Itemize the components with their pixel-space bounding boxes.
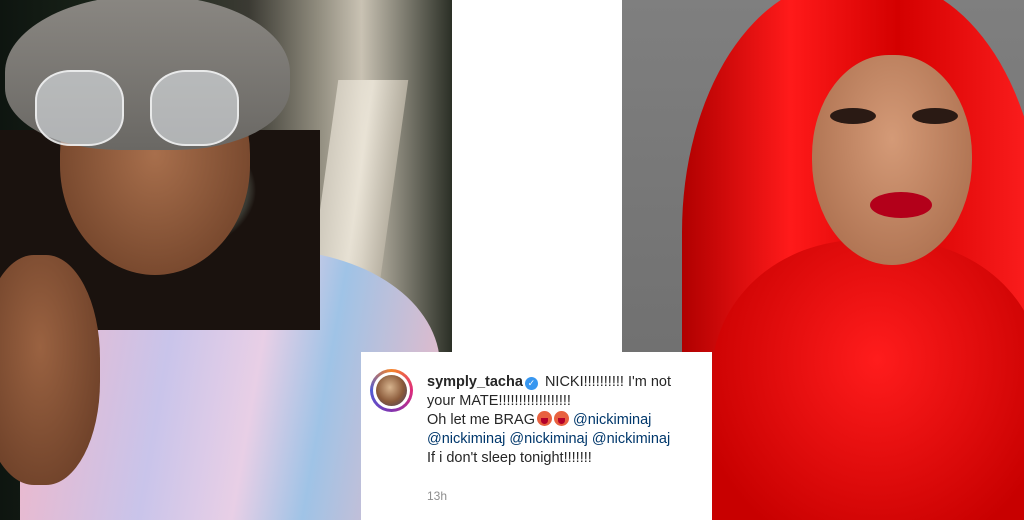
comment-body: symply_tacha ✓ NICKI!!!!!!!!!! I'm not yo… (427, 373, 707, 468)
mention-nickiminaj[interactable]: @nickiminaj (427, 431, 505, 447)
red-outfit (712, 240, 1024, 520)
mention-nickiminaj[interactable]: @nickiminaj (592, 431, 670, 447)
eye-left (830, 108, 876, 124)
glasses-lens-right (150, 70, 239, 146)
avatar-image (376, 375, 407, 406)
verified-badge-icon: ✓ (524, 377, 538, 390)
username[interactable]: symply_tacha (427, 374, 523, 390)
glasses-lens-left (35, 70, 124, 146)
instagram-comment-card: symply_tacha ✓ NICKI!!!!!!!!!! I'm not yo… (361, 352, 712, 520)
mention-nickiminaj[interactable]: @nickiminaj (509, 431, 587, 447)
face (812, 55, 972, 265)
comment-line-2: your MATE!!!!!!!!!!!!!!!!!! (427, 393, 571, 409)
comment-line-5: If i don't sleep tonight!!!!!!! (427, 450, 592, 466)
mention-nickiminaj[interactable]: @nickiminaj (573, 412, 651, 428)
comment-line-3: Oh let me BRAG (427, 412, 535, 428)
comment-line-1: NICKI!!!!!!!!!! I'm not (544, 374, 671, 390)
lips (870, 192, 932, 218)
hand (0, 255, 100, 485)
avatar[interactable] (370, 369, 413, 412)
tongue-emoji-icon (536, 411, 552, 426)
tongue-emoji-icon (553, 411, 569, 426)
eye-right (912, 108, 958, 124)
timestamp: 13h (427, 489, 448, 503)
